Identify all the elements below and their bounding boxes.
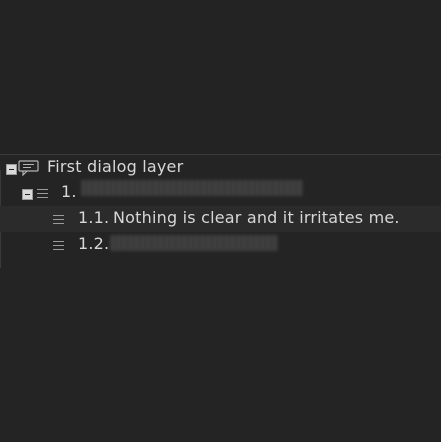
tree-node-1-2[interactable]: 1.2. [0,232,441,258]
tree-node-number: 1. [61,182,77,201]
menu-lines-icon [53,215,64,224]
redacted-text [81,180,303,196]
menu-lines-icon [37,189,48,198]
top-panel [0,0,441,154]
redacted-text [110,235,278,251]
tree-node-number: 1.1. [78,208,110,227]
tree-node-number: 1.2. [78,234,110,253]
tree-node-text: Nothing is clear and it irritates me. [113,208,400,227]
dialog-icon [18,160,39,176]
collapse-toggle[interactable] [22,189,33,200]
collapse-toggle[interactable] [6,164,17,175]
menu-lines-icon [53,241,64,250]
tree-node-1-1[interactable]: 1.1. Nothing is clear and it irritates m… [0,206,441,232]
tree-node-1[interactable]: 1. [0,180,441,206]
tree-node-root[interactable]: First dialog layer [0,155,441,181]
tree-node-label: First dialog layer [47,157,184,176]
